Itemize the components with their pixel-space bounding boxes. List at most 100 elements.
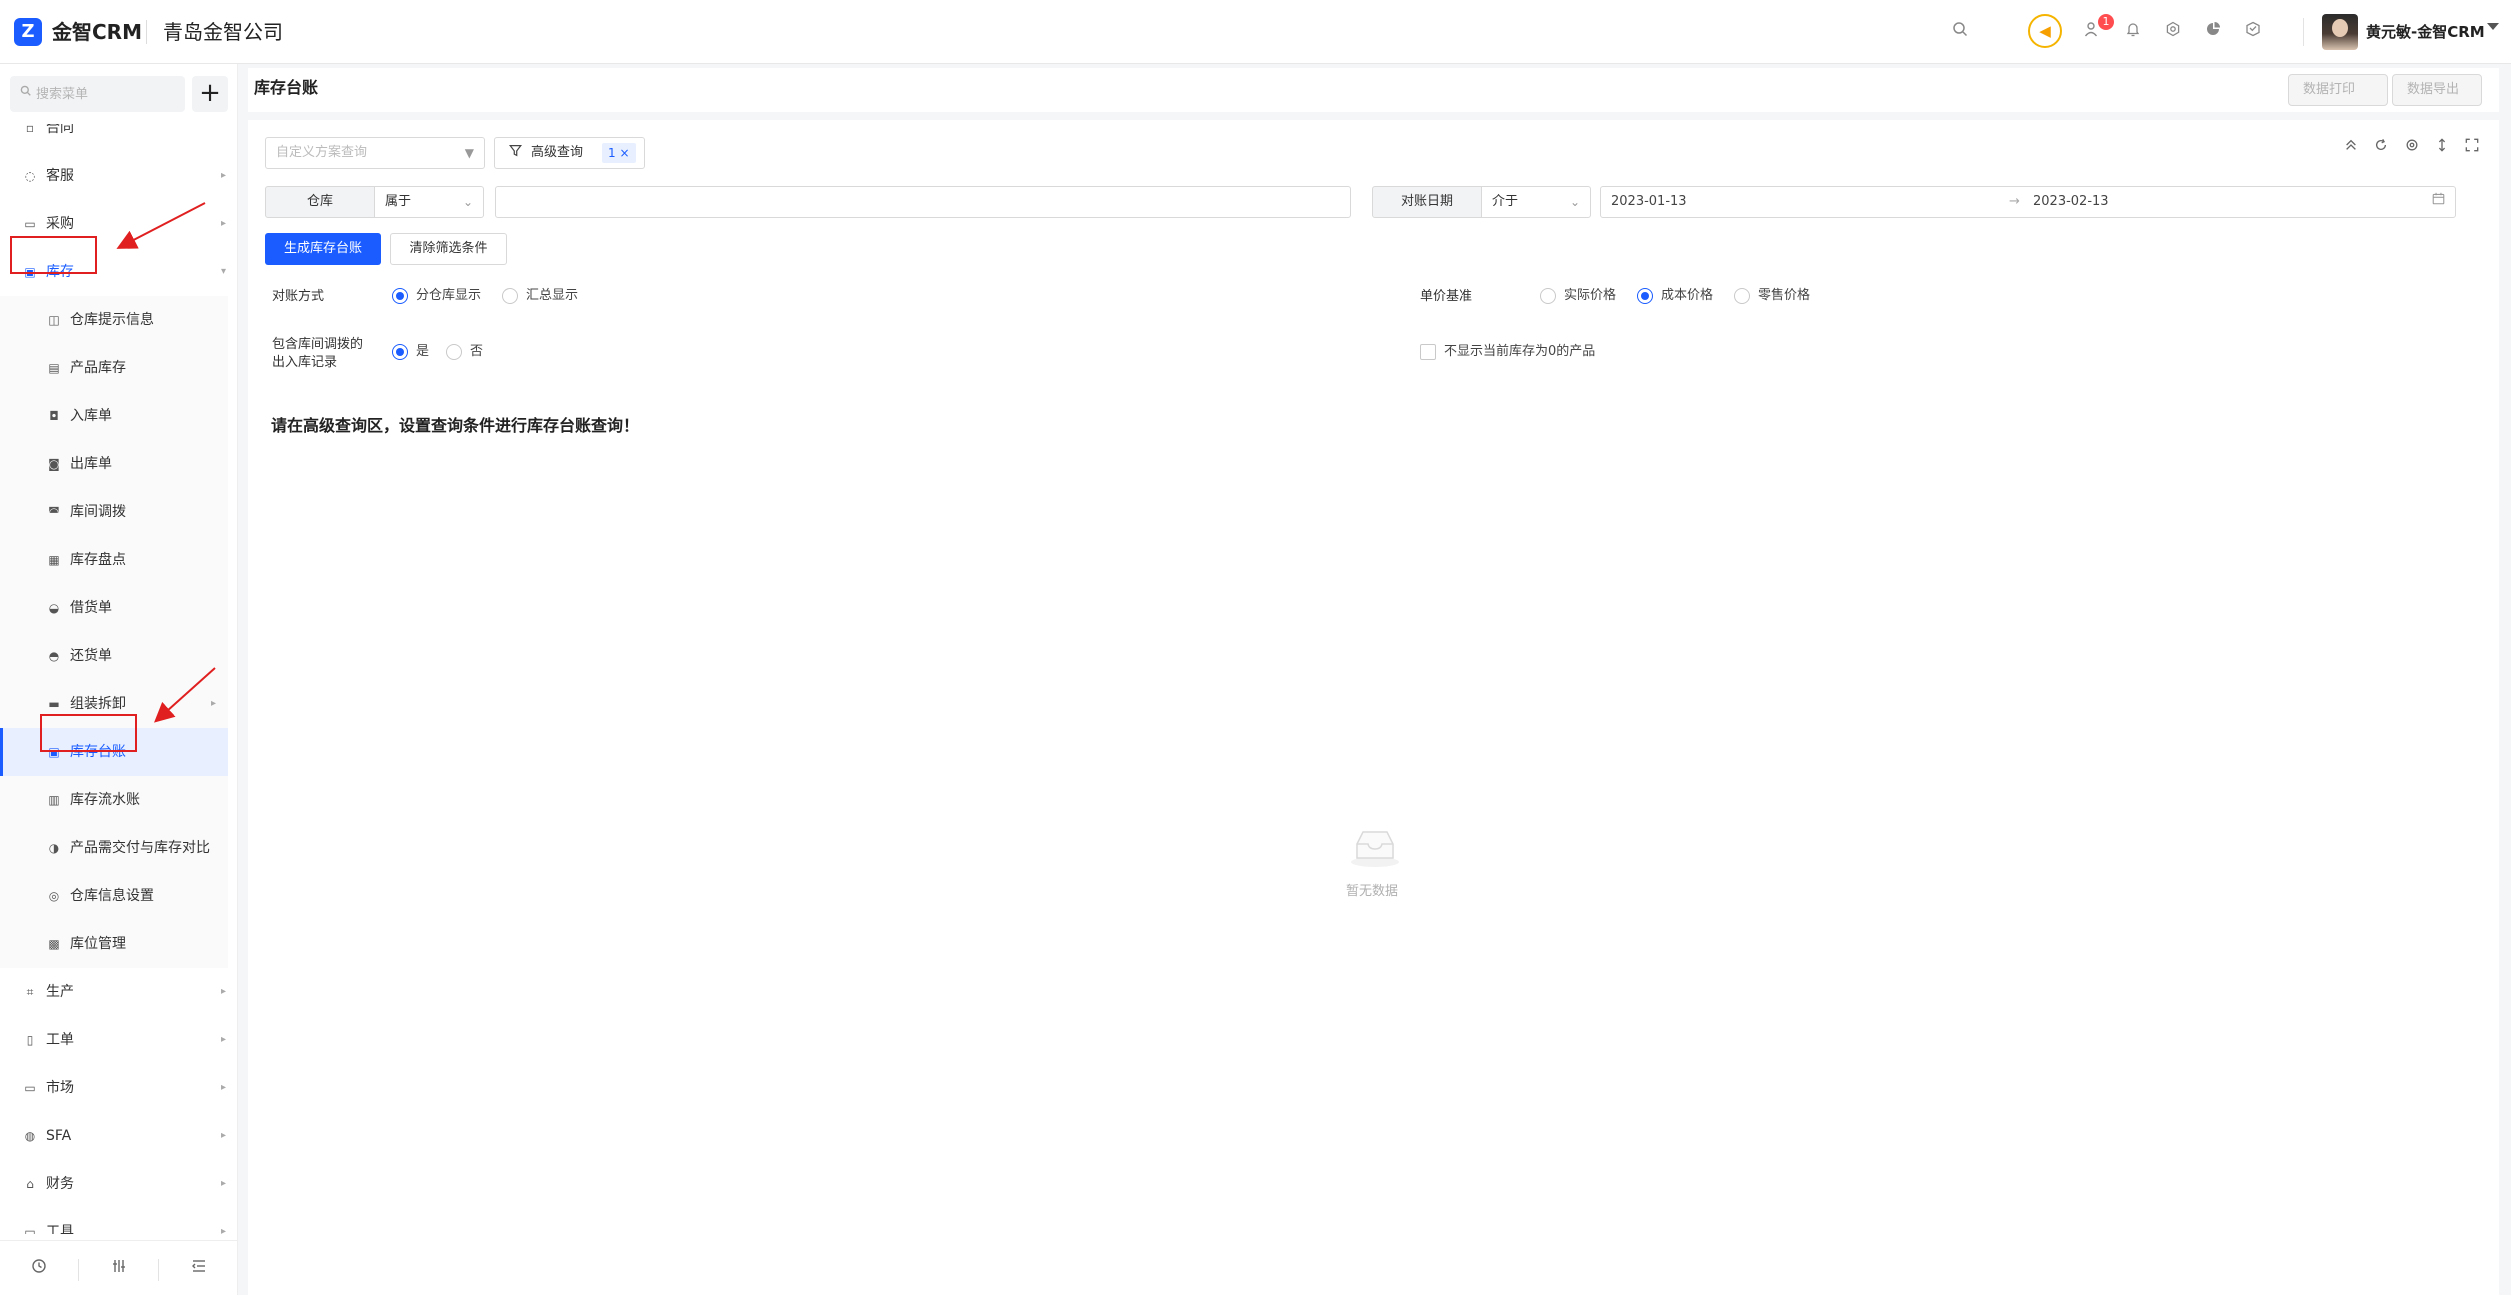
sidebar-subitem-warehouse-settings[interactable]: ◎ 仓库信息设置 bbox=[0, 872, 228, 920]
export-button[interactable]: 数据导出 bbox=[2392, 74, 2482, 106]
sidebar-item-tools[interactable]: ▭ 工具 ▸ bbox=[0, 1208, 237, 1234]
radio-circle bbox=[502, 288, 518, 304]
logo-icon[interactable]: Z bbox=[14, 18, 42, 46]
history-icon[interactable] bbox=[27, 1257, 51, 1281]
sidebar-subitem-return[interactable]: ◓ 还货单 bbox=[0, 632, 228, 680]
advanced-query-button[interactable]: 高级查询 1 × bbox=[494, 137, 645, 169]
company-name: 青岛金智公司 bbox=[163, 20, 283, 44]
factory-icon: ⌗ bbox=[26, 985, 34, 999]
page-header: 库存台账 数据打印 数据导出 bbox=[248, 68, 2499, 112]
caret-down-icon: ▼ bbox=[464, 146, 474, 160]
pie-chart-icon[interactable] bbox=[2201, 20, 2225, 44]
sidebar-item-label: 出库单 bbox=[70, 456, 112, 472]
sidebar-item-label: SFA bbox=[46, 1128, 72, 1144]
notification-badge: 1 bbox=[2098, 14, 2114, 30]
avatar[interactable] bbox=[2322, 14, 2358, 50]
sidebar-subitem-transfer[interactable]: ◚ 库间调拨 bbox=[0, 488, 228, 536]
warehouse-operator-value: 属于 bbox=[385, 194, 412, 209]
sidebar-subitem-location-management[interactable]: ▩ 库位管理 bbox=[0, 920, 228, 968]
market-icon: ▭ bbox=[24, 1081, 36, 1095]
sidebar-item-production[interactable]: ⌗ 生产 ▸ bbox=[0, 968, 237, 1016]
sidebar-footer bbox=[0, 1240, 237, 1295]
advanced-query-count[interactable]: 1 × bbox=[602, 143, 636, 163]
chevron-right-icon: ▸ bbox=[220, 170, 226, 181]
sidebar-subitem-product-stock[interactable]: ▤ 产品库存 bbox=[0, 344, 228, 392]
inbound-icon: ◘ bbox=[49, 409, 59, 423]
print-button[interactable]: 数据打印 bbox=[2288, 74, 2388, 106]
sidebar-item-sfa[interactable]: ◍ SFA ▸ bbox=[0, 1112, 237, 1160]
radio-label: 成本价格 bbox=[1661, 288, 1714, 303]
menu-search-input[interactable] bbox=[36, 76, 181, 112]
refresh-icon[interactable] bbox=[2371, 138, 2391, 158]
sidebar-item-service[interactable]: ◌ 客服 ▸ bbox=[0, 152, 237, 200]
radio-label: 是 bbox=[416, 344, 430, 359]
date-start[interactable]: 2023-01-13 bbox=[1611, 187, 1687, 217]
sidebar-subitem-warehouse-info[interactable]: ◫ 仓库提示信息 bbox=[0, 296, 228, 344]
chevron-right-icon: ▸ bbox=[220, 1130, 226, 1141]
chevron-right-icon: ▸ bbox=[220, 1082, 226, 1093]
vertical-resize-icon[interactable] bbox=[2432, 138, 2452, 158]
sidebar-subitem-delivery-compare[interactable]: ◑ 产品需交付与库存对比 bbox=[0, 824, 228, 872]
top-separator bbox=[2303, 18, 2304, 46]
radio-label: 否 bbox=[470, 344, 484, 359]
radio-circle bbox=[392, 288, 408, 304]
finance-icon: ⌂ bbox=[26, 1177, 34, 1191]
logo-text[interactable]: 金智CRM bbox=[52, 18, 142, 46]
sidebar-item-label: 库间调拨 bbox=[70, 504, 126, 520]
hide-zero-stock-checkbox[interactable] bbox=[1420, 344, 1436, 360]
radio-circle bbox=[1540, 288, 1556, 304]
sidebar-subitem-borrow[interactable]: ◒ 借货单 bbox=[0, 584, 228, 632]
headset-icon: ◌ bbox=[24, 169, 36, 183]
sidebar-item-finance[interactable]: ⌂ 财务 ▸ bbox=[0, 1160, 237, 1208]
date-operator-select[interactable]: 介于 ⌄ bbox=[1481, 186, 1591, 218]
gear-icon[interactable] bbox=[2161, 20, 2185, 44]
add-button[interactable]: + bbox=[192, 76, 228, 112]
fullscreen-icon[interactable] bbox=[2462, 138, 2482, 158]
warehouse-operator-select[interactable]: 属于 ⌄ bbox=[374, 186, 484, 218]
warehouse-label: 仓库 bbox=[265, 186, 375, 218]
radio-label: 汇总显示 bbox=[526, 288, 579, 303]
date-range-picker[interactable]: 2023-01-13 → 2023-02-13 bbox=[1600, 186, 2456, 218]
sidebar-item-market[interactable]: ▭ 市场 ▸ bbox=[0, 1064, 237, 1112]
scheme-select[interactable]: 自定义方案查询 ▼ bbox=[265, 137, 485, 169]
clear-filters-button[interactable]: 清除筛选条件 bbox=[390, 233, 507, 265]
announcement-icon[interactable]: ◀ bbox=[2028, 14, 2062, 48]
collapse-up-icon[interactable] bbox=[2341, 138, 2361, 158]
date-label: 对账日期 bbox=[1372, 186, 1482, 218]
search-icon bbox=[20, 85, 31, 100]
date-end[interactable]: 2023-02-13 bbox=[2033, 187, 2109, 217]
sidebar-subitem-inbound[interactable]: ◘ 入库单 bbox=[0, 392, 228, 440]
advanced-query-label: 高级查询 bbox=[531, 145, 584, 160]
sidebar-subitem-inventory-flow[interactable]: ▥ 库存流水账 bbox=[0, 776, 228, 824]
sidebar-item-label: 还货单 bbox=[70, 648, 112, 664]
sliders-icon[interactable] bbox=[107, 1257, 131, 1281]
price-basis-label: 单价基准 bbox=[1420, 289, 1473, 304]
chevron-right-icon: ▸ bbox=[210, 698, 216, 709]
cube-icon[interactable] bbox=[2241, 20, 2265, 44]
sidebar-item-label: 库位管理 bbox=[70, 936, 126, 952]
sidebar-subitem-outbound[interactable]: ◙ 出库单 bbox=[0, 440, 228, 488]
search-icon[interactable] bbox=[1948, 20, 1972, 44]
scheme-placeholder: 自定义方案查询 bbox=[276, 145, 368, 160]
sidebar-nav: ▫ 合同 ◌ 客服 ▸ ▭ 采购 ▸ ▣ 库存 ▾ ◫ 仓库提示信息 ▤ 产品库… bbox=[0, 124, 237, 1234]
radio-label: 分仓库显示 bbox=[416, 288, 482, 303]
page-title: 库存台账 bbox=[254, 78, 319, 97]
sidebar-subitem-stocktake[interactable]: ▦ 库存盘点 bbox=[0, 536, 228, 584]
sidebar-item-workorder[interactable]: ▯ 工单 ▸ bbox=[0, 1016, 237, 1064]
user-name[interactable]: 黄元敏-金智CRM bbox=[2366, 18, 2485, 46]
borrow-icon: ◒ bbox=[48, 601, 60, 615]
sidebar-item-contract[interactable]: ▫ 合同 bbox=[0, 124, 237, 152]
transfer-icon: ◚ bbox=[48, 505, 60, 519]
generate-ledger-button[interactable]: 生成库存台账 bbox=[265, 233, 381, 265]
document-icon: ▯ bbox=[26, 1033, 34, 1047]
calendar-icon[interactable] bbox=[2432, 187, 2445, 217]
menu-search[interactable] bbox=[10, 76, 185, 112]
bell-icon[interactable] bbox=[2121, 20, 2145, 44]
reconcile-method-label: 对账方式 bbox=[272, 289, 325, 304]
warehouse-value-input[interactable] bbox=[495, 186, 1351, 218]
chevron-down-icon[interactable] bbox=[2487, 23, 2499, 30]
chevron-down-icon: ▾ bbox=[220, 266, 226, 277]
sidebar-item-label: 库存流水账 bbox=[70, 792, 140, 808]
collapse-menu-icon[interactable] bbox=[187, 1257, 211, 1281]
settings-icon[interactable] bbox=[2402, 138, 2422, 158]
